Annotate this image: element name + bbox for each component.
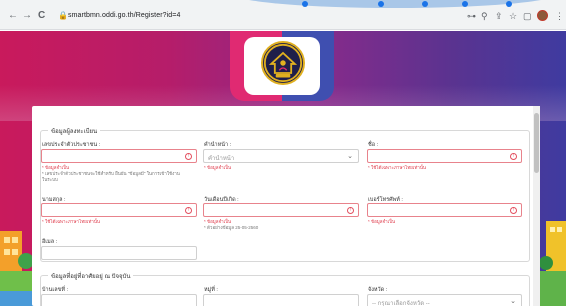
id-card-hint-cont: ในระบบ [42, 177, 58, 182]
zoom-icon[interactable]: ⚲ [481, 11, 488, 21]
province-label: จังหวัด : [368, 287, 388, 293]
id-card-label: เลขประจำตัวประชาชน : [42, 142, 101, 148]
browser-toolbar: ← → C 🔒 smartbmn.oddi.go.th/Register?id=… [0, 0, 566, 30]
error-icon: ! [510, 207, 517, 214]
back-icon[interactable]: ← [8, 11, 18, 21]
tab-indicator-dot [302, 1, 308, 7]
sidepanel-icon[interactable]: ▢ [523, 11, 532, 21]
url-text[interactable]: smartbmn.oddi.go.th/Register?id=4 [68, 12, 180, 19]
section-title: ข้อมูลผู้ลงทะเบียน [48, 126, 101, 136]
chevron-down-icon: ⌄ [510, 298, 516, 305]
city-illustration-right [540, 221, 566, 306]
province-placeholder: -- กรุณาเลือกจังหวัด -- [372, 301, 430, 306]
error-icon: ! [185, 207, 192, 214]
lock-icon[interactable]: 🔒 [58, 11, 68, 20]
last-name-input[interactable]: ! [41, 203, 197, 217]
phone-input[interactable]: ! [367, 203, 522, 217]
birthdate-hint: * ตัวอย่างข้อมูล 25-05-2560 [204, 225, 259, 230]
reload-icon[interactable]: C [38, 11, 45, 21]
prefix-label: คำนำหน้า : [204, 142, 232, 148]
id-card-hint: * เลขประจำตัวประชาชนจะใช้สำหรับ ยืนยัน "… [42, 171, 180, 176]
id-card-input[interactable]: ! [41, 149, 197, 163]
email-label: อีเมล : [42, 239, 58, 245]
prefix-select[interactable]: คำนำหน้า ⌄ [203, 149, 359, 163]
page-viewport: ข้อมูลผู้ลงทะเบียน เลขประจำตัวประชาชน : … [0, 31, 566, 306]
agency-seal-icon [261, 41, 305, 85]
birthdate-input[interactable]: ! [203, 203, 359, 217]
tab-indicator-dot [378, 1, 384, 7]
scrollbar-thumb[interactable] [534, 113, 539, 173]
prefix-error: * ข้อมูลจำเป็น [204, 165, 232, 170]
tab-indicator-dot [422, 1, 428, 7]
section-title: ข้อมูลที่อยู่ที่อาศัยอยู่ ณ ปัจจุบัน [48, 271, 134, 281]
house-no-label: บ้านเลขที่ : [42, 287, 69, 293]
last-name-error: * ใช้ได้เฉพาะภาษาไทยเท่านั้น [42, 219, 100, 224]
chevron-down-icon: ⌄ [347, 153, 353, 160]
province-select[interactable]: -- กรุณาเลือกจังหวัด -- ⌄ [367, 294, 522, 306]
city-illustration-left [0, 231, 34, 306]
email-input[interactable] [41, 246, 197, 260]
first-name-label: ชื่อ : [368, 142, 379, 148]
star-icon[interactable]: ☆ [509, 11, 517, 21]
moo-label: หมู่ที่ : [204, 287, 218, 293]
house-no-input[interactable] [41, 294, 197, 306]
phone-error: * ข้อมูลจำเป็น [368, 219, 396, 224]
tab-indicator-dot [506, 1, 512, 7]
error-icon: ! [347, 207, 354, 214]
error-icon: ! [185, 153, 192, 160]
error-icon: ! [510, 153, 517, 160]
moo-input[interactable] [203, 294, 359, 306]
menu-icon[interactable]: ⋮ [555, 11, 564, 21]
first-name-error: * ใช้ได้เฉพาะภาษาไทยเท่านั้น [368, 165, 426, 170]
key-icon[interactable]: ⊶ [467, 11, 476, 21]
tab-indicator-dot [462, 1, 468, 7]
first-name-input[interactable]: ! [367, 149, 522, 163]
share-icon[interactable]: ⇪ [495, 11, 503, 21]
forward-icon[interactable]: → [22, 11, 32, 21]
prefix-placeholder: คำนำหน้า [208, 156, 235, 162]
profile-icon[interactable] [537, 10, 548, 21]
